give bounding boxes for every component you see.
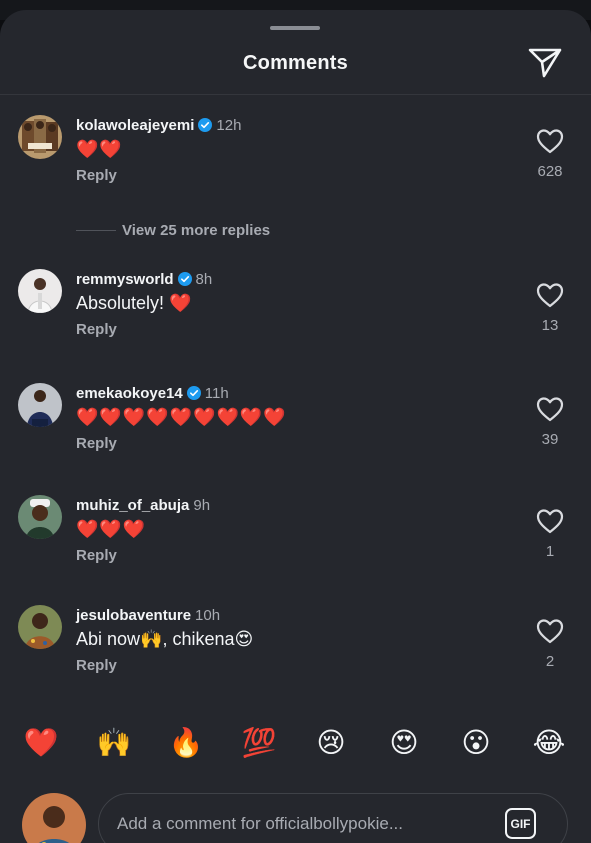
reaction-crying-button[interactable]: 😢 — [311, 722, 351, 762]
comment-text: ❤️❤️❤️ — [76, 517, 146, 542]
reaction-heart-eyes-button[interactable]: 😍 — [384, 722, 424, 762]
comment-emoji: ❤️❤️ — [76, 139, 123, 160]
comment-time: 9h — [193, 496, 211, 514]
verified-badge-icon — [177, 272, 192, 286]
comment-header: muhiz_of_abuja 9h — [76, 495, 210, 515]
comment-emoji: ❤️ — [169, 293, 193, 314]
comment-time: 10h — [195, 606, 221, 624]
comment-header: emekaokoye14 11h — [76, 383, 229, 403]
gif-button[interactable]: GIF — [505, 808, 536, 839]
comment-time: 8h — [195, 270, 213, 288]
comments-sheet: Comments kolawoleajeyemi 12h ❤️❤️ Reply … — [0, 10, 591, 843]
heart-outline-icon[interactable] — [535, 395, 565, 423]
comment-text: Abi now🙌, chikena😍 — [76, 627, 253, 652]
more-replies-line — [76, 229, 116, 231]
like-count: 628 — [537, 163, 563, 180]
comment-item: remmysworld 8h Absolutely! ❤️ Reply 13 — [0, 269, 591, 369]
current-user-avatar[interactable] — [22, 793, 86, 843]
comment-time: 12h — [216, 116, 242, 134]
reaction-raised-hands-button[interactable]: 🙌 — [94, 722, 134, 762]
reaction-hundred-button[interactable]: 💯 — [239, 722, 279, 762]
avatar[interactable] — [18, 495, 62, 539]
paper-plane-icon — [528, 48, 562, 78]
reply-button[interactable]: Reply — [76, 657, 117, 674]
comment-emoji: ❤️❤️❤️❤️❤️❤️❤️❤️❤️ — [76, 407, 287, 428]
sheet-grabber[interactable] — [270, 26, 320, 30]
comment-header: jesulobaventure 10h — [76, 605, 220, 625]
comment-username[interactable]: emekaokoye14 — [76, 385, 183, 402]
avatar[interactable] — [18, 383, 62, 427]
like-count: 39 — [541, 431, 559, 448]
comment-composer: GIF — [0, 780, 591, 843]
comment-text-body: Abi now🙌, chikena😍 — [76, 629, 254, 649]
reply-button[interactable]: Reply — [76, 321, 117, 338]
reaction-heart-button[interactable]: ❤️ — [21, 722, 61, 762]
reply-button[interactable]: Reply — [76, 547, 117, 564]
heart-outline-icon[interactable] — [535, 507, 565, 535]
avatar[interactable] — [18, 605, 62, 649]
like-count: 1 — [545, 543, 555, 560]
comment-header: kolawoleajeyemi 12h — [76, 115, 241, 135]
avatar[interactable] — [18, 115, 62, 159]
comment-text: ❤️❤️❤️❤️❤️❤️❤️❤️❤️ — [76, 405, 287, 430]
comment-username[interactable]: kolawoleajeyemi — [76, 117, 194, 134]
comment-input[interactable] — [98, 793, 568, 843]
reaction-laughing-button[interactable]: 😂 — [529, 722, 569, 762]
comment-item: muhiz_of_abuja 9h ❤️❤️❤️ Reply 1 — [0, 495, 591, 595]
quick-reactions-bar: ❤️ 🙌 🔥 💯 😢 😍 😮 😂 — [0, 722, 591, 764]
comment-text: Absolutely! ❤️ — [76, 291, 192, 316]
comment-item: kolawoleajeyemi 12h ❤️❤️ Reply 628 — [0, 115, 591, 215]
comment-text-body: Absolutely! — [76, 293, 170, 313]
comment-item: jesulobaventure 10h Abi now🙌, chikena😍 R… — [0, 605, 591, 705]
heart-outline-icon[interactable] — [535, 617, 565, 645]
heart-outline-icon[interactable] — [535, 127, 565, 155]
like-count: 13 — [541, 317, 559, 334]
reaction-surprised-button[interactable]: 😮 — [456, 722, 496, 762]
like-count: 2 — [545, 653, 555, 670]
comment-username[interactable]: jesulobaventure — [76, 607, 191, 624]
comment-item: emekaokoye14 11h ❤️❤️❤️❤️❤️❤️❤️❤️❤️ Repl… — [0, 383, 591, 483]
comment-emoji: ❤️❤️❤️ — [76, 519, 147, 540]
heart-outline-icon[interactable] — [535, 281, 565, 309]
verified-badge-icon — [186, 386, 201, 400]
reaction-fire-button[interactable]: 🔥 — [166, 722, 206, 762]
avatar[interactable] — [18, 269, 62, 313]
reply-button[interactable]: Reply — [76, 435, 117, 452]
view-more-replies[interactable]: View 25 more replies — [76, 220, 270, 240]
share-button[interactable] — [526, 46, 564, 80]
comment-username[interactable]: remmysworld — [76, 271, 174, 288]
more-replies-label: View 25 more replies — [122, 221, 271, 239]
comment-header: remmysworld 8h — [76, 269, 212, 289]
page-title: Comments — [243, 52, 348, 74]
comment-username[interactable]: muhiz_of_abuja — [76, 497, 189, 514]
comment-text: ❤️❤️ — [76, 137, 123, 162]
header-divider — [0, 94, 591, 95]
verified-badge-icon — [198, 118, 213, 132]
comments-header: Comments — [0, 46, 591, 84]
comment-time: 11h — [204, 384, 229, 402]
reply-button[interactable]: Reply — [76, 167, 117, 184]
